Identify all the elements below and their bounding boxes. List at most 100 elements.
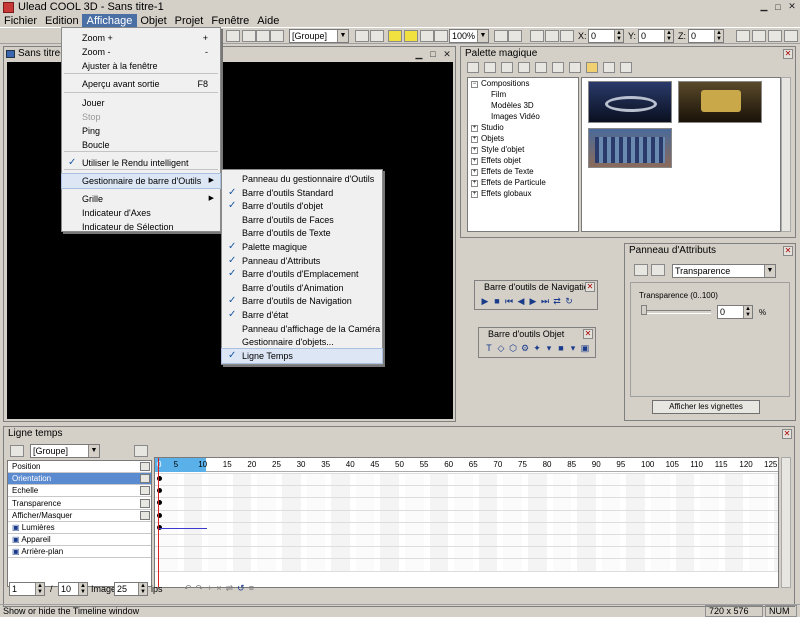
object-group-select[interactable]: [Groupe] ▼: [289, 29, 349, 43]
pingpong-icon[interactable]: ⇄: [552, 296, 562, 306]
save-icon[interactable]: [620, 62, 632, 73]
menu-item-indicateur-de-selection[interactable]: Indicateur de Sélection: [62, 220, 220, 234]
distribute-icon[interactable]: [752, 30, 766, 42]
transparency-value-input[interactable]: 0 ▲ ▼: [717, 305, 753, 319]
submenu-item-barre-d-outils-d-emplacement[interactable]: ✓ Barre d'outils d'Emplacement: [222, 267, 382, 281]
menu-item-grille[interactable]: Grille ▶: [62, 192, 220, 206]
expand-icon[interactable]: +: [471, 180, 478, 187]
doc-maximize-icon[interactable]: □: [427, 48, 439, 59]
playhead[interactable]: [158, 458, 159, 587]
menu-item-gestionnaire-de-barre-d-outils[interactable]: Gestionnaire de barre d'Outils ▶: [61, 173, 221, 189]
light-off-icon[interactable]: [404, 30, 418, 42]
menu-item-indicateur-d-axes[interactable]: Indicateur d'Axes: [62, 206, 220, 220]
move-up-icon[interactable]: [552, 62, 564, 73]
attr-remove-icon[interactable]: [651, 264, 665, 276]
timeline-close-icon[interactable]: ✕: [782, 429, 792, 439]
tree-item-modeles-3d[interactable]: Modèles 3D: [491, 101, 534, 110]
maximize-icon[interactable]: □: [772, 1, 784, 12]
show-thumbnails-button[interactable]: Afficher les vignettes: [652, 400, 760, 414]
dropdown-icon[interactable]: ▾: [544, 343, 554, 353]
submenu-item-barre-d-outils-de-texte[interactable]: Barre d'outils de Texte: [222, 226, 382, 240]
keyframe-toggle-icon[interactable]: [140, 462, 150, 471]
export-icon[interactable]: [434, 30, 448, 42]
slider-thumb[interactable]: [641, 305, 647, 315]
object-options-icon[interactable]: ▾: [568, 343, 578, 353]
menu-item-utiliser-le-rendu-intelligent[interactable]: ✓ Utiliser le Rendu intelligent: [62, 156, 220, 170]
palette-scrollbar[interactable]: [781, 77, 791, 232]
timeline-extra-icon[interactable]: ≡: [249, 583, 254, 594]
menu-aide[interactable]: Aide: [253, 15, 283, 27]
track-arriere-plan[interactable]: ▣ Arrière-plan: [8, 546, 151, 559]
thumbnail-film[interactable]: [588, 81, 672, 123]
expand-icon[interactable]: +: [471, 191, 478, 198]
submenu-item-barre-d-outils-standard[interactable]: ✓ Barre d'outils Standard: [222, 186, 382, 200]
tree-item-effets-globaux[interactable]: Effets globaux: [481, 189, 532, 198]
track-lumieres[interactable]: ▣ Lumières: [8, 522, 151, 534]
hand-icon[interactable]: [530, 30, 544, 42]
expand-icon[interactable]: +: [471, 147, 478, 154]
lens-icon[interactable]: [370, 30, 384, 42]
z-coordinate-input[interactable]: 0 ▲ ▼: [688, 29, 724, 43]
nav-toolbar-close-icon[interactable]: ✕: [585, 282, 595, 292]
minimize-icon[interactable]: ▁: [758, 1, 770, 12]
expand-icon[interactable]: +: [471, 125, 478, 132]
submenu-item-gestionnaire-d-objets[interactable]: Gestionnaire d'objets...: [222, 335, 382, 349]
shape-object-icon[interactable]: ◇: [496, 343, 506, 353]
paste-icon[interactable]: [226, 30, 240, 42]
reverse-icon[interactable]: ⇌: [226, 583, 234, 594]
prev-frame-icon[interactable]: ◀: [516, 296, 526, 306]
eye-icon[interactable]: [355, 30, 369, 42]
cut-icon[interactable]: [501, 62, 513, 73]
keyframe-toggle-icon[interactable]: [140, 474, 150, 484]
tree-item-effets-de-particule[interactable]: Effets de Particule: [481, 178, 546, 187]
undo-icon[interactable]: [256, 30, 270, 42]
add-key-icon[interactable]: +: [207, 583, 212, 594]
loop-key-icon[interactable]: ↺: [237, 583, 245, 594]
doc-minimize-icon[interactable]: ▁: [413, 48, 425, 59]
track-position[interactable]: Position: [8, 461, 151, 473]
stop-icon[interactable]: ■: [492, 296, 502, 306]
menu-fichier[interactable]: Fichier: [0, 15, 41, 27]
tree-item-style-d-objet[interactable]: Style d'objet: [481, 145, 524, 154]
total-frames-input[interactable]: 10 ▲ ▼: [58, 582, 88, 596]
obj-toolbar-close-icon[interactable]: ✕: [583, 329, 593, 339]
tree-item-film[interactable]: Film: [491, 90, 506, 99]
text-object-icon[interactable]: T: [484, 343, 494, 353]
timeline-ruler[interactable]: 0 5 10 15 20 25 30 35 40 45 50 55 60 65 70 75 80 85 90 95 10…: [155, 458, 778, 472]
video-icon[interactable]: [494, 30, 508, 42]
material-icon[interactable]: ■: [556, 343, 566, 353]
x-coordinate-input[interactable]: 0 ▲ ▼: [588, 29, 624, 43]
expand-icon[interactable]: +: [471, 169, 478, 176]
transparency-slider[interactable]: [641, 305, 711, 315]
submenu-item-panneau-d-attributs[interactable]: ✓ Panneau d'Attributs: [222, 254, 382, 268]
submenu-item-barre-d-etat[interactable]: ✓ Barre d'état: [222, 308, 382, 322]
collapse-icon[interactable]: −: [471, 81, 478, 88]
track-transparence[interactable]: Transparence: [8, 498, 151, 510]
tree-item-images-video[interactable]: Images Vidéo: [491, 112, 540, 121]
submenu-item-panneau-du-gestionnaire-d-outils[interactable]: Panneau du gestionnaire d'Outils: [222, 172, 382, 186]
timeline-options-icon[interactable]: [134, 445, 148, 457]
menu-item-jouer[interactable]: Jouer: [62, 96, 220, 110]
prev-key-icon[interactable]: ↶: [184, 583, 192, 594]
current-frame-input[interactable]: 1 ▲ ▼: [9, 582, 45, 596]
timeline-object-icon[interactable]: [10, 445, 24, 457]
add-icon[interactable]: [484, 62, 496, 73]
loop-icon[interactable]: ↻: [564, 296, 574, 306]
render-icon[interactable]: [420, 30, 434, 42]
menu-projet[interactable]: Projet: [171, 15, 208, 27]
menu-objet[interactable]: Objet: [136, 15, 170, 27]
menu-affichage[interactable]: Affichage: [81, 14, 138, 28]
folder-icon[interactable]: [586, 62, 598, 73]
track-appareil[interactable]: ▣ Appareil: [8, 534, 151, 547]
keyframe-toggle-icon[interactable]: [140, 486, 150, 496]
track-afficher-masquer[interactable]: Afficher/Masquer: [8, 510, 151, 522]
keyframe-toggle-icon[interactable]: [140, 498, 150, 508]
tree-item-compositions[interactable]: Compositions: [481, 79, 529, 88]
copy-item-icon[interactable]: [518, 62, 530, 73]
tree-item-studio[interactable]: Studio: [481, 123, 504, 132]
timeline-grid[interactable]: 0 5 10 15 20 25 30 35 40 45 50 55 60 65 70 75 80 85 90 95 10…: [154, 457, 779, 588]
delete-key-icon[interactable]: ×: [216, 583, 221, 594]
expand-icon[interactable]: +: [471, 136, 478, 143]
layout-icon[interactable]: [768, 30, 782, 42]
geometry-icon[interactable]: ⬡: [508, 343, 518, 353]
